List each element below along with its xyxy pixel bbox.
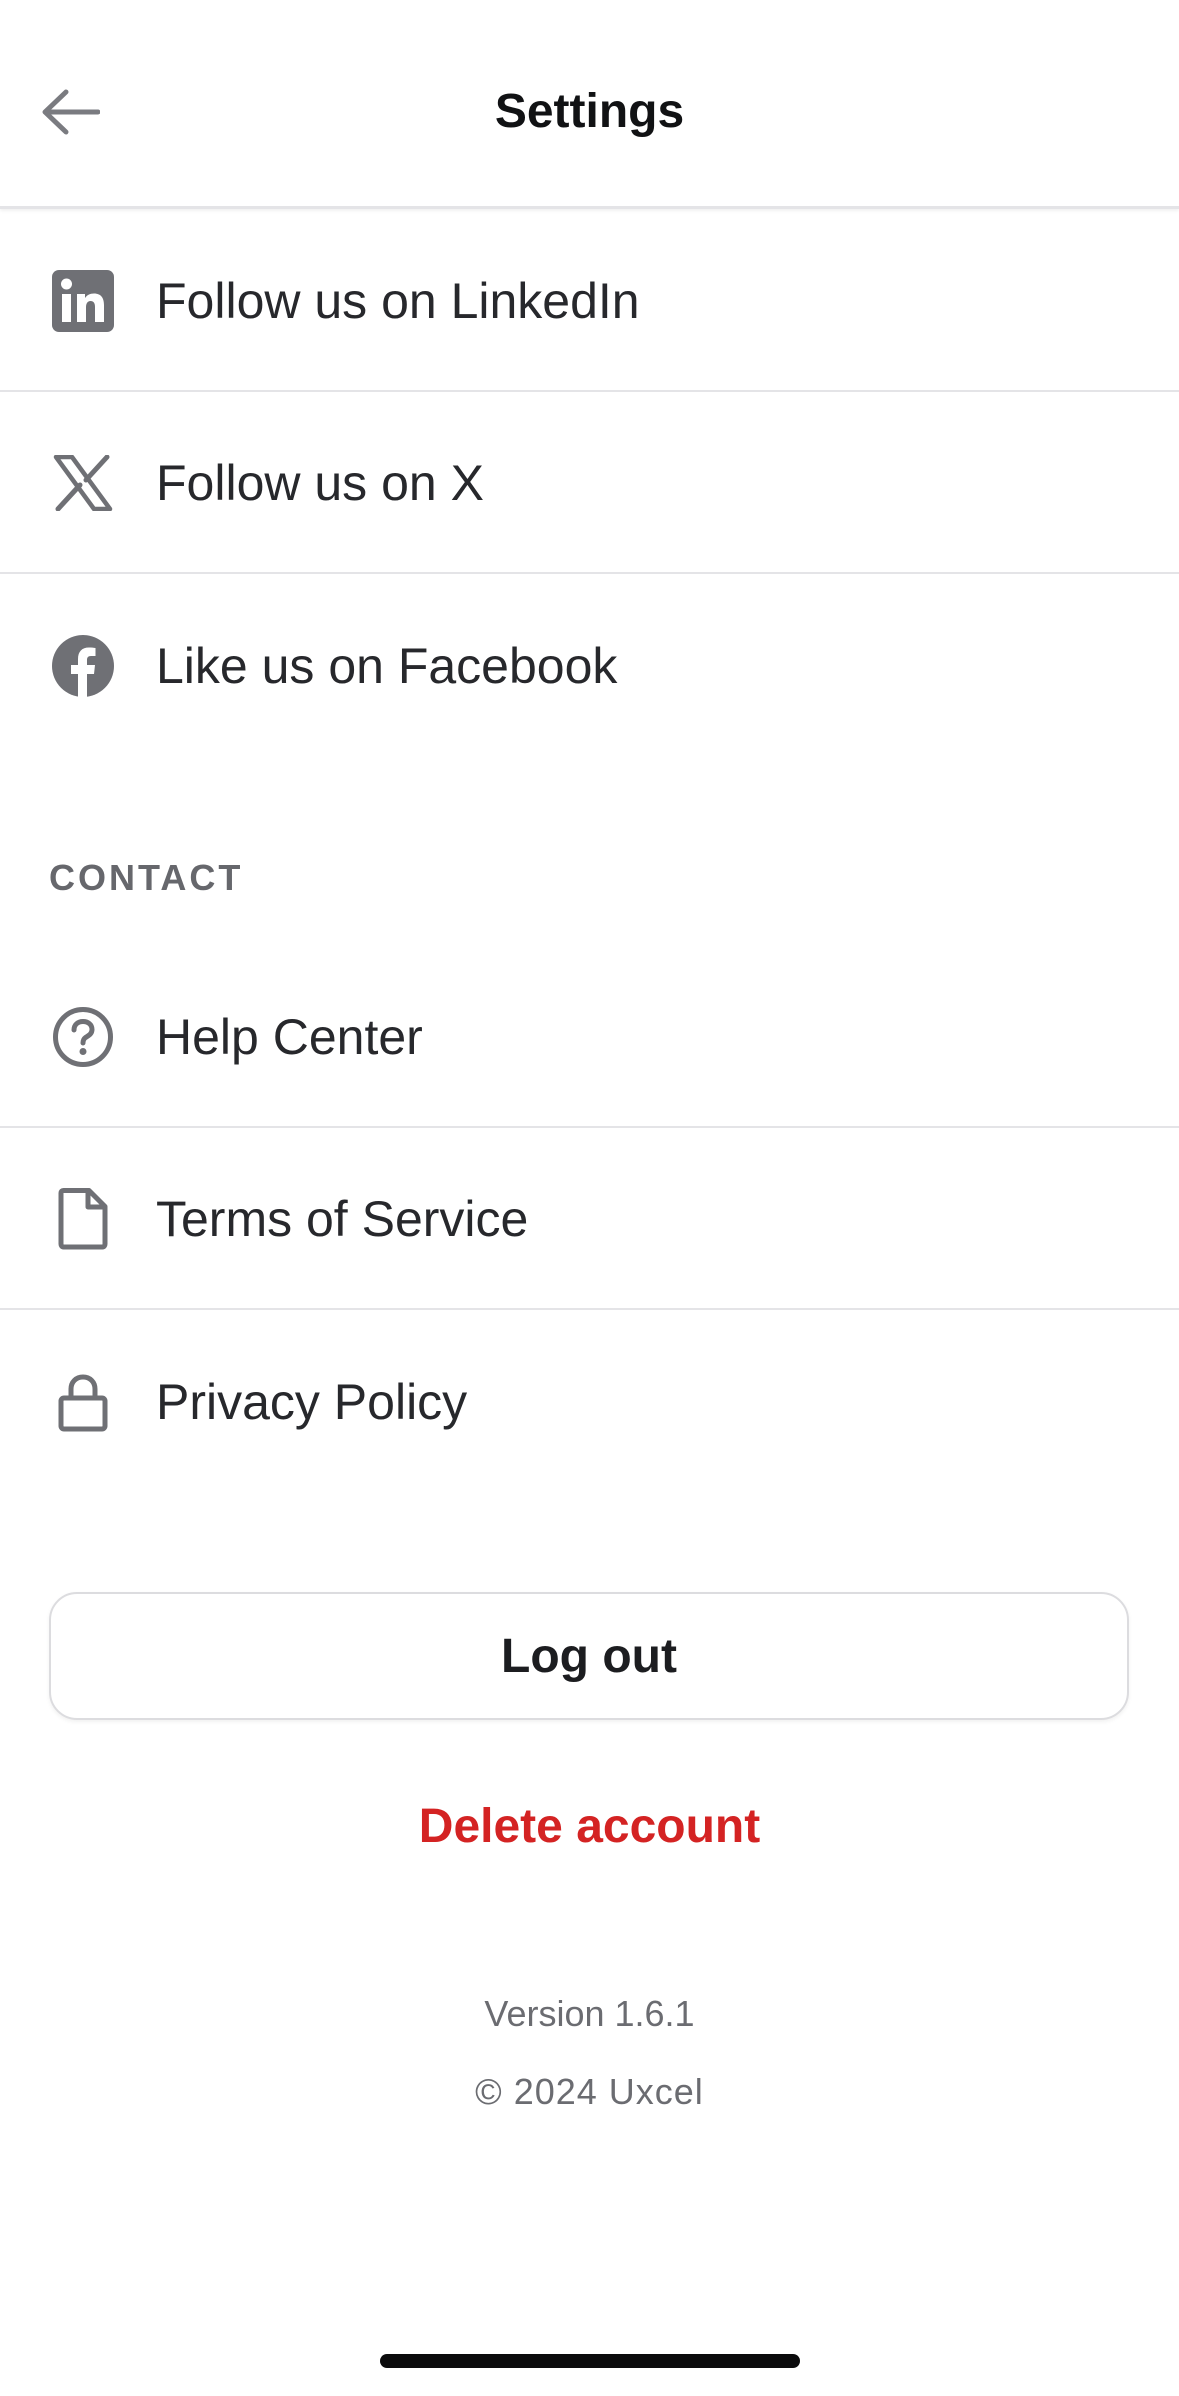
lock-icon	[50, 1369, 116, 1435]
x-logo-icon	[50, 450, 116, 516]
terms-of-service-label: Terms of Service	[156, 1191, 529, 1247]
header-bar: Settings	[0, 0, 1179, 209]
facebook-label: Like us on Facebook	[156, 638, 618, 694]
home-indicator	[380, 2354, 800, 2368]
list-item-facebook[interactable]: Like us on Facebook	[0, 576, 1179, 756]
section-heading-contact: CONTACT	[49, 857, 244, 898]
facebook-icon	[50, 633, 116, 699]
linkedin-icon	[50, 268, 116, 334]
list-item-help-center[interactable]: Help Center	[0, 948, 1179, 1128]
copyright-text: © 2024 Uxcel	[475, 2071, 704, 2112]
list-item-privacy-policy[interactable]: Privacy Policy	[0, 1312, 1179, 1492]
delete-account-link[interactable]: Delete account	[0, 1795, 1179, 1859]
app-version: Version 1.6.1	[484, 1993, 695, 2034]
list-item-x[interactable]: Follow us on X	[0, 394, 1179, 574]
list-item-linkedin[interactable]: Follow us on LinkedIn	[0, 212, 1179, 392]
x-label: Follow us on X	[156, 455, 484, 511]
help-center-label: Help Center	[156, 1009, 423, 1065]
logout-button[interactable]: Log out	[49, 1592, 1129, 1720]
linkedin-label: Follow us on LinkedIn	[156, 273, 640, 329]
page-title: Settings	[494, 85, 685, 138]
list-item-terms-of-service[interactable]: Terms of Service	[0, 1130, 1179, 1310]
help-circle-icon	[50, 1004, 116, 1070]
document-icon	[50, 1186, 116, 1252]
privacy-policy-label: Privacy Policy	[156, 1374, 468, 1430]
